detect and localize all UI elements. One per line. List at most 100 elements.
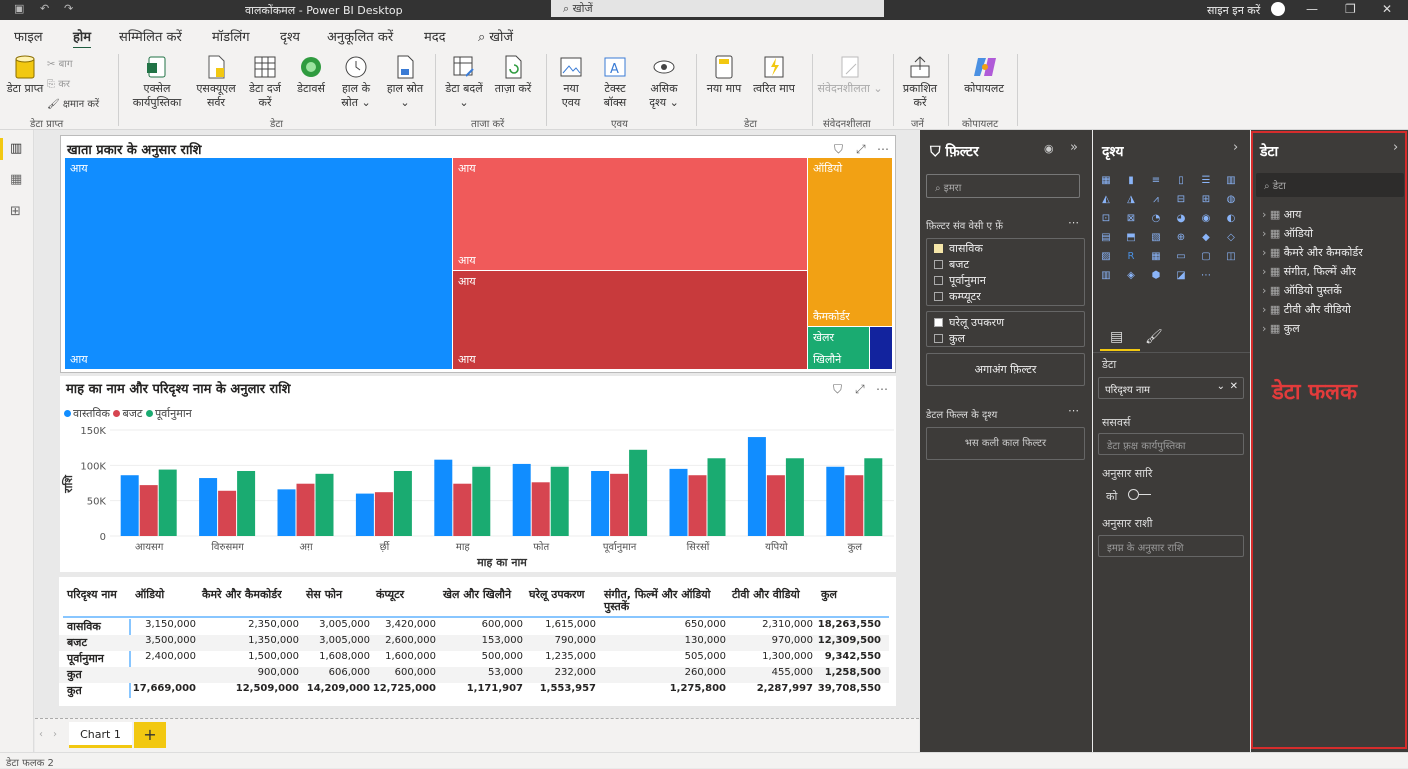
bar[interactable] — [393, 470, 412, 536]
visual-type-icon[interactable]: ▥ — [1224, 174, 1238, 188]
recent-sources-button[interactable]: हाल के स्रोत ⌄ — [336, 54, 376, 110]
bar[interactable] — [453, 483, 472, 536]
source-dropzone[interactable]: डेटा फ़्रक्ष कार्यपुस्तिका — [1098, 433, 1244, 455]
visual-type-icon[interactable]: ◐ — [1224, 212, 1238, 226]
visual-type-icon[interactable]: ⬢ — [1149, 269, 1163, 283]
bar[interactable] — [158, 469, 177, 536]
next-page-icon[interactable]: › — [53, 729, 57, 740]
drillthrough-dropzone[interactable]: भस कली काल फिल्टर — [926, 427, 1085, 460]
visual-type-icon[interactable]: ⊟ — [1174, 193, 1188, 207]
bar[interactable] — [845, 475, 864, 536]
report-view-icon[interactable]: ▥ — [10, 141, 26, 156]
visual-type-icon[interactable]: ⩘ — [1149, 193, 1163, 207]
filter-option[interactable]: पूर्वानुमान — [934, 273, 986, 288]
visual-type-icon[interactable]: ◔ — [1149, 212, 1163, 226]
menu-insert[interactable]: सम्मिलित करें — [119, 27, 182, 45]
sensitivity-button[interactable]: संवेदनशीलता ⌄ — [816, 54, 884, 96]
bar[interactable] — [669, 468, 688, 536]
menu-file[interactable]: फाइल — [14, 27, 43, 45]
more-options-icon[interactable]: ⋯ — [1068, 216, 1079, 229]
visual-type-icon[interactable]: ⬒ — [1124, 231, 1138, 245]
format-visual-icon[interactable]: 🖌 — [1145, 329, 1163, 345]
bar[interactable] — [610, 473, 629, 536]
table-header[interactable]: कुल — [821, 589, 837, 601]
filter-option[interactable]: वासविक — [934, 241, 983, 256]
model-view-icon[interactable]: ⊞ — [10, 204, 26, 219]
visual-type-icon[interactable]: ◭ — [1099, 193, 1113, 207]
minimize-icon[interactable]: — — [1306, 2, 1318, 16]
table-header[interactable]: खेल और खिलौने — [443, 589, 511, 601]
treemap-tile[interactable]: ऑडियो कैमकोर्डर — [808, 158, 892, 326]
bar[interactable] — [315, 473, 334, 536]
bar[interactable] — [531, 482, 550, 536]
visual-type-icon[interactable]: ☰ — [1199, 174, 1213, 188]
quick-measure-button[interactable]: त्वरित माप — [746, 54, 802, 96]
bar[interactable] — [120, 475, 139, 536]
more-options-icon[interactable]: ⋯ — [1068, 404, 1079, 417]
toggle-switch[interactable] — [1128, 489, 1152, 501]
bar[interactable] — [374, 492, 393, 536]
account-avatar[interactable] — [1271, 2, 1285, 16]
bar[interactable] — [591, 470, 610, 536]
visual-type-icon[interactable]: ◪ — [1174, 269, 1188, 283]
visual-type-icon[interactable]: ▨ — [1099, 250, 1113, 264]
visual-type-icon[interactable]: ◫ — [1224, 250, 1238, 264]
filter-option[interactable]: कम्प्यूटर — [934, 289, 981, 304]
treemap-tile[interactable]: आय आय — [453, 271, 807, 369]
refresh-button[interactable]: ताज़ा करें — [490, 54, 536, 96]
table-header[interactable]: परिदृश्य नाम — [67, 589, 127, 601]
expand-icon[interactable]: › — [1233, 140, 1238, 155]
visual-type-icon[interactable]: ◉ — [1199, 212, 1213, 226]
table-header[interactable]: कैमरे और कैमकोर्डर — [202, 589, 282, 601]
get-data-button[interactable]: डेटा प्राप्त — [6, 54, 44, 96]
table-row[interactable]: पूर्वानुमान 2,400,000 1,500,000 1,608,000 1,… — [59, 651, 889, 667]
visual-type-icon[interactable]: ◈ — [1124, 269, 1138, 283]
sql-server-button[interactable]: एसक्यूएल सर्वर — [192, 54, 240, 110]
bar[interactable] — [277, 489, 296, 536]
field-well[interactable]: परिदृश्य नाम ⌄ ✕ — [1098, 377, 1244, 399]
table-header[interactable]: सेस फोन — [306, 589, 342, 601]
bar[interactable] — [826, 466, 845, 536]
dataverse-button[interactable]: डेटावर्स — [290, 54, 332, 96]
bar[interactable] — [218, 490, 237, 536]
filter-icon[interactable]: ⛉ — [834, 142, 843, 157]
search-box[interactable]: ⌕ खोजें — [551, 0, 884, 17]
visual-type-icon[interactable]: ▮ — [1124, 174, 1138, 188]
table-header[interactable]: कंप्यूटर — [376, 589, 404, 601]
treemap-tile[interactable]: आय आय — [65, 158, 452, 369]
bar[interactable] — [139, 485, 158, 536]
visual-type-icon[interactable]: ◆ — [1199, 231, 1213, 245]
visibility-icon[interactable]: ◉ — [1044, 142, 1054, 155]
treemap-tile[interactable]: खेलर खिलौने — [808, 327, 869, 369]
undo-icon[interactable]: ↶ — [40, 2, 49, 15]
treemap-tile[interactable] — [870, 327, 892, 369]
redo-icon[interactable]: ↷ — [64, 2, 73, 15]
bar[interactable] — [199, 478, 218, 536]
more-visuals-button[interactable]: असिक दृश्य ⌄ — [643, 54, 685, 110]
table-header[interactable]: घरेलू उपकरण — [529, 589, 584, 601]
more-options-icon[interactable]: ⋯ — [877, 142, 889, 156]
visual-type-icon[interactable]: ▦ — [1099, 174, 1113, 188]
build-tab[interactable]: ▤ — [1100, 327, 1140, 351]
table-row[interactable]: कुत 17,669,000 12,509,000 14,209,000 12,725,… — [59, 683, 889, 699]
publish-button[interactable]: प्रकाशित करें — [897, 54, 943, 110]
menu-modeling[interactable]: मॉडलिंग — [212, 27, 250, 45]
matrix-table-visual[interactable]: परिदृश्य नाम ऑडियो कैमरे और कैमकोर्डर से… — [59, 577, 896, 706]
filter-option[interactable]: कुल — [934, 331, 965, 346]
cut-small[interactable]: ✂ बाग — [47, 56, 73, 70]
bar[interactable] — [512, 463, 531, 536]
save-icon[interactable]: ▣ — [14, 2, 24, 15]
excel-button[interactable]: एक्सेल कार्यपुस्तिका — [124, 54, 190, 110]
enter-data-button[interactable]: डेटा दर्ज करें — [244, 54, 286, 110]
visual-type-icon[interactable]: ▥ — [1099, 269, 1113, 283]
table-header[interactable]: संगीत, फिल्में और ऑडियो पुस्तकें — [604, 589, 730, 613]
focus-mode-icon[interactable]: ⤢ — [856, 142, 866, 157]
bar[interactable] — [296, 483, 315, 536]
copy-small[interactable]: ⎘ कर — [47, 76, 70, 90]
bar[interactable] — [355, 493, 374, 536]
bar[interactable] — [864, 458, 883, 536]
bar[interactable] — [707, 458, 726, 536]
menu-help[interactable]: मदद — [424, 27, 446, 45]
filters-search-input[interactable]: ⌕ इमरा — [926, 174, 1080, 198]
visual-type-icon[interactable]: ≡ — [1149, 174, 1163, 188]
